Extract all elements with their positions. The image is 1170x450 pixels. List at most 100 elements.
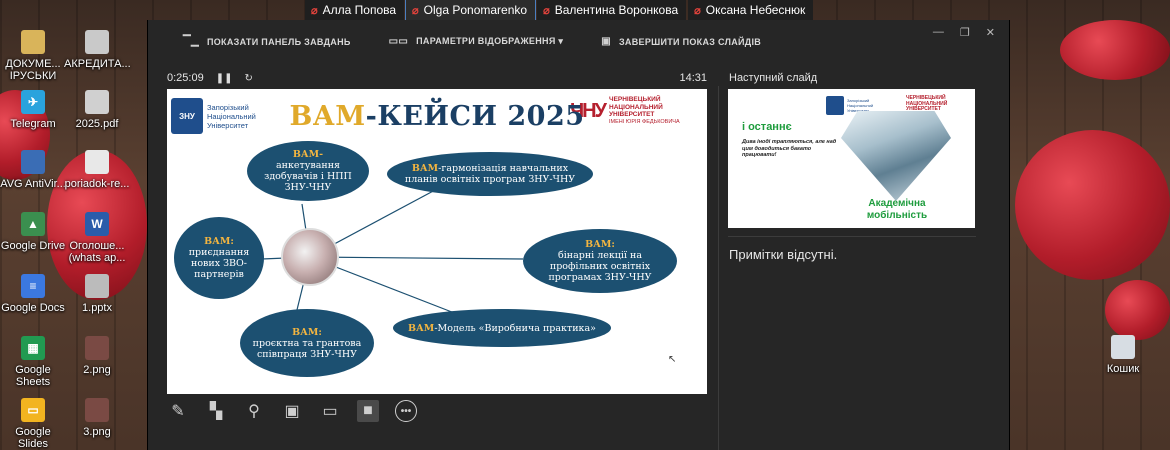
current-time: 14:31 bbox=[679, 72, 707, 84]
participant-name: Валентина Воронкова bbox=[554, 3, 679, 17]
presenter-toolbar: ▔▁ ПОКАЗАТИ ПАНЕЛЬ ЗАВДАНЬ ▭▭ ПАРАМЕТРИ … bbox=[183, 36, 761, 47]
mic-muted-icon: ⌀ bbox=[412, 4, 419, 17]
current-slide[interactable]: ЗНУ Запорізький Національний Університет… bbox=[167, 89, 707, 394]
next-slide-footer: Академічна мобільність bbox=[866, 198, 928, 221]
google-slides-icon: ▭ bbox=[21, 398, 45, 422]
end-slideshow-button[interactable]: ▣ ЗАВЕРШИТИ ПОКАЗ СЛАЙДІВ bbox=[601, 36, 761, 47]
desktop-shortcut[interactable]: ▭ Google Slides bbox=[0, 398, 66, 450]
recycle-bin-icon bbox=[1111, 335, 1135, 359]
desktop-shortcut[interactable]: ▦ Google Sheets bbox=[0, 336, 66, 388]
heart-decoration bbox=[1105, 280, 1170, 340]
desktop-shortcut[interactable]: ▲ Google Drive bbox=[0, 212, 66, 252]
desktop-shortcut[interactable]: ДОКУМЕ... ІРУСЬКИ bbox=[0, 30, 66, 82]
desktop-shortcut-label: Google Slides bbox=[15, 426, 51, 450]
desktop-shortcut-label: АКРЕДИТА... bbox=[64, 58, 131, 70]
folder-icon bbox=[21, 30, 45, 54]
participant-name: Оксана Небеснюк bbox=[705, 3, 806, 17]
restart-timer-icon[interactable]: ↻ bbox=[244, 73, 252, 84]
image-file-icon bbox=[85, 336, 109, 360]
display-settings-button[interactable]: ▭▭ ПАРАМЕТРИ ВІДОБРАЖЕННЯ ▾ bbox=[389, 36, 564, 47]
elapsed-timer: 0:25:09 bbox=[167, 72, 204, 84]
desktop-shortcut[interactable]: АКРЕДИТА... bbox=[64, 30, 131, 70]
close-icon[interactable]: ✕ bbox=[986, 26, 995, 39]
participant-tile[interactable]: ⌀ Оксана Небеснюк bbox=[688, 0, 814, 20]
desktop-shortcut[interactable]: poriadok-re... bbox=[64, 150, 130, 190]
desktop-shortcut-label: Google Docs bbox=[1, 302, 65, 314]
next-slide-label: Наступний слайд bbox=[729, 72, 818, 84]
desktop-shortcut[interactable]: ✈ Telegram bbox=[0, 90, 66, 130]
next-slide-title: і останнє bbox=[742, 121, 792, 133]
subtitles-icon[interactable]: ▭ bbox=[319, 400, 341, 422]
more-options-icon[interactable]: ••• bbox=[395, 400, 417, 422]
pdf-icon bbox=[85, 90, 109, 114]
mic-muted-icon: ⌀ bbox=[311, 4, 318, 17]
desktop-shortcut-label: Кошик bbox=[1106, 363, 1140, 375]
desktop-shortcut-label: Telegram bbox=[10, 118, 56, 130]
participant-tile[interactable]: ⌀ Olga Ponomarenko bbox=[405, 0, 537, 21]
avg-icon bbox=[21, 150, 45, 174]
zoom-icon[interactable]: ⚲ bbox=[243, 400, 265, 422]
pen-tool-icon[interactable]: ✎ bbox=[167, 400, 189, 422]
desktop-shortcut-label: Google Sheets bbox=[15, 364, 51, 388]
desktop-shortcut[interactable]: 2025.pdf bbox=[64, 90, 130, 130]
node-new-partners: ВАМ: приєднання нових ЗВО-партнерів bbox=[174, 217, 264, 299]
hub-photo bbox=[281, 228, 339, 286]
pause-timer-icon[interactable]: ❚❚ bbox=[216, 73, 233, 84]
desktop-shortcut[interactable]: W Оголоше... (whats ap... bbox=[64, 212, 130, 264]
desktop-shortcut[interactable]: 2.png bbox=[64, 336, 130, 376]
participant-name: Алла Попова bbox=[322, 3, 397, 17]
timer-row: 0:25:09 ❚❚ ↻ 14:31 bbox=[167, 72, 707, 84]
node-harmonization: ВАМ-гармонізація навчальних планів освіт… bbox=[387, 152, 593, 196]
node-internship-model: ВАМ-Модель «Виробнича практика» bbox=[393, 309, 611, 347]
next-slide-thumbnail[interactable]: Запорізький Національний Університет ЧЕР… bbox=[728, 89, 975, 228]
telegram-icon: ✈ bbox=[21, 90, 45, 114]
google-sheets-icon: ▦ bbox=[21, 336, 45, 360]
speaker-notes[interactable]: Примітки відсутні. bbox=[729, 247, 837, 262]
camera-icon[interactable]: ■ bbox=[357, 400, 379, 422]
slide-tools-bar: ✎ ▚ ⚲ ▣ ▭ ■ ••• bbox=[167, 400, 417, 422]
desktop-shortcut[interactable]: AVG AntiVir... bbox=[0, 150, 66, 190]
participant-name: Olga Ponomarenko bbox=[423, 3, 528, 17]
znu-emblem bbox=[826, 96, 844, 115]
black-screen-icon[interactable]: ▣ bbox=[281, 400, 303, 422]
desktop-shortcut[interactable]: Кошик bbox=[1090, 335, 1156, 375]
minimize-icon[interactable]: — bbox=[933, 26, 944, 39]
image-file-icon bbox=[85, 398, 109, 422]
show-taskbar-button[interactable]: ▔▁ ПОКАЗАТИ ПАНЕЛЬ ЗАВДАНЬ bbox=[183, 36, 351, 47]
presenter-view-window: — ❐ ✕ ▔▁ ПОКАЗАТИ ПАНЕЛЬ ЗАВДАНЬ ▭▭ ПАРА… bbox=[147, 20, 1010, 450]
heart-decoration bbox=[1015, 130, 1170, 280]
mic-muted-icon: ⌀ bbox=[694, 4, 701, 17]
display-settings-icon: ▭▭ bbox=[388, 36, 409, 47]
window-controls: — ❐ ✕ bbox=[933, 26, 995, 39]
desktop-shortcut-label: Google Drive bbox=[0, 240, 66, 252]
notes-divider[interactable] bbox=[728, 236, 976, 237]
slide-title: ВАМ-КЕЙСИ 2025 bbox=[289, 101, 585, 132]
desktop-shortcut-label: Оголоше... (whats ap... bbox=[68, 240, 126, 264]
desktop-shortcut[interactable]: 3.png bbox=[64, 398, 130, 438]
node-binary-lectures: ВАМ: бінарні лекції на профільних освітн… bbox=[523, 229, 677, 293]
taskbar-icon: ▔▁ bbox=[183, 36, 199, 47]
desktop-shortcut[interactable]: ≡ Google Docs bbox=[0, 274, 66, 314]
mic-muted-icon: ⌀ bbox=[543, 4, 550, 17]
node-survey: ВАМ- анкетування здобувачів і НПП ЗНУ-ЧН… bbox=[247, 141, 369, 201]
google-drive-icon: ▲ bbox=[21, 212, 45, 236]
participant-tile[interactable]: ⌀ Валентина Воронкова bbox=[537, 0, 687, 20]
word-doc-icon bbox=[85, 150, 109, 174]
desktop-shortcut-label: 3.png bbox=[83, 426, 111, 438]
desktop-shortcut-label: 2025.pdf bbox=[75, 118, 119, 130]
participant-tile[interactable]: ⌀ Алла Попова bbox=[305, 0, 405, 20]
end-slideshow-icon: ▣ bbox=[601, 36, 611, 47]
see-all-slides-icon[interactable]: ▚ bbox=[205, 400, 227, 422]
restore-icon[interactable]: ❐ bbox=[960, 26, 970, 39]
connector-line bbox=[309, 256, 524, 260]
node-project-cooperation: ВАМ: проєктна та грантова співпраця ЗНУ-… bbox=[240, 309, 374, 377]
desktop-shortcut-label: ДОКУМЕ... ІРУСЬКИ bbox=[5, 58, 61, 82]
desktop-shortcut-label: 1.pptx bbox=[82, 302, 112, 314]
pane-divider[interactable] bbox=[718, 86, 719, 450]
desktop-shortcut-label: poriadok-re... bbox=[64, 178, 130, 190]
desktop-shortcut[interactable]: 1.pptx bbox=[64, 274, 130, 314]
pptx-icon bbox=[85, 274, 109, 298]
desktop-shortcut-label: 2.png bbox=[83, 364, 111, 376]
word-doc-icon: W bbox=[85, 212, 109, 236]
desktop-shortcut-label: AVG AntiVir... bbox=[0, 178, 66, 190]
